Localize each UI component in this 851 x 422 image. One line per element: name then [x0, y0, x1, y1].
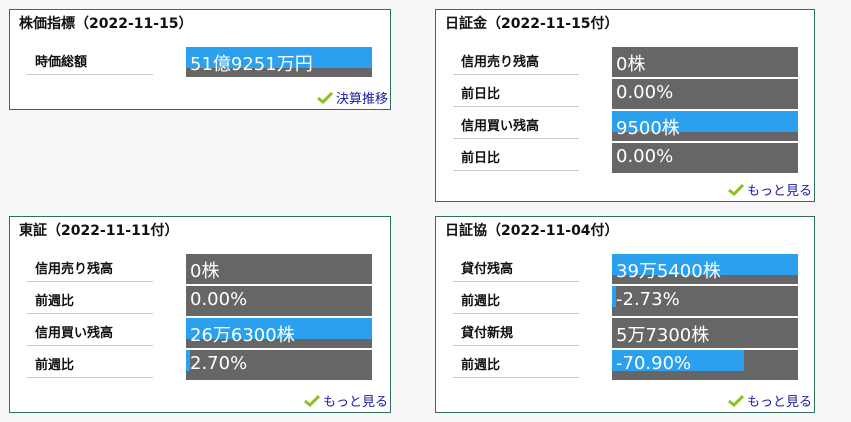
link-label: 決算推移: [335, 92, 388, 107]
link-label: もっと見る: [746, 184, 812, 199]
value-box: 9500株: [612, 111, 798, 141]
indicator-row: 時価総額 51億9251万円: [10, 44, 390, 77]
link-label: もっと見る: [322, 395, 388, 410]
indicator-row: 信用売り残高 0株: [436, 44, 814, 77]
indicator-row: 前日比 0.00%: [436, 140, 814, 173]
row-value: -2.73%: [616, 289, 680, 310]
indicator-row: 前週比 -2.73%: [436, 283, 814, 316]
indicator-row: 貸付残高 39万5400株: [436, 251, 814, 284]
row-label: 前日比: [453, 147, 579, 171]
panel-tse: 東証（2022-11-11付） 信用売り残高 0株 前週比 0.00% 信用買い…: [9, 216, 391, 413]
row-label: 信用売り残高: [27, 258, 153, 282]
panel-jsf: 日証金（2022-11-15付） 信用売り残高 0株 前日比 0.00% 信用買…: [435, 9, 815, 202]
row-label: 前週比: [27, 354, 153, 378]
row-value: 26万6300株: [190, 325, 295, 346]
indicator-row: 前日比 0.00%: [436, 76, 814, 109]
panel-title: 東証（2022-11-11付）: [19, 223, 179, 239]
value-box: 2.70%: [186, 350, 372, 380]
check-icon: [728, 394, 744, 407]
panel-title: 日証金（2022-11-15付）: [445, 16, 619, 32]
value-box: 0.00%: [612, 79, 798, 109]
check-icon: [304, 394, 320, 407]
row-label: 前週比: [453, 290, 579, 314]
indicator-row: 前週比 2.70%: [10, 347, 390, 380]
indicator-row: 信用売り残高 0株: [10, 251, 390, 284]
row-value: 0.00%: [616, 82, 674, 103]
earnings-history-link[interactable]: 決算推移: [317, 88, 388, 107]
indicator-row: 貸付新規 5万7300株: [436, 315, 814, 348]
row-value: 0株: [190, 261, 220, 282]
value-box: 51億9251万円: [186, 47, 372, 77]
value-box: 0株: [612, 47, 798, 77]
value-box: 0株: [186, 254, 372, 284]
row-label: 信用買い残高: [27, 322, 153, 346]
row-label: 前週比: [27, 290, 153, 314]
row-value: 51億9251万円: [190, 54, 313, 75]
row-label: 前日比: [453, 83, 579, 107]
panel-jsda: 日証協（2022-11-04付） 貸付残高 39万5400株 前週比 -2.73…: [435, 216, 815, 413]
indicator-row: 信用買い残高 26万6300株: [10, 315, 390, 348]
row-value: -70.90%: [616, 353, 692, 374]
row-label: 信用買い残高: [453, 115, 579, 139]
value-box: -2.73%: [612, 286, 798, 316]
value-box: 39万5400株: [612, 254, 798, 284]
see-more-link[interactable]: もっと見る: [304, 391, 388, 410]
check-icon: [728, 183, 744, 196]
value-box: 0.00%: [612, 143, 798, 173]
panel-title: 日証協（2022-11-04付）: [445, 223, 619, 239]
row-value: 0株: [616, 54, 646, 75]
row-value: 0.00%: [616, 146, 674, 167]
row-label: 貸付残高: [453, 258, 579, 282]
indicator-row: 前週比 -70.90%: [436, 347, 814, 380]
row-label: 貸付新規: [453, 322, 579, 346]
row-value: 0.00%: [190, 289, 248, 310]
indicator-row: 前週比 0.00%: [10, 283, 390, 316]
panel-stock-indicators: 株価指標（2022-11-15） 時価総額 51億9251万円 決算推移: [9, 9, 391, 110]
see-more-link[interactable]: もっと見る: [728, 180, 812, 199]
value-box: 26万6300株: [186, 318, 372, 348]
row-label: 時価総額: [27, 51, 153, 75]
row-value: 5万7300株: [616, 325, 710, 346]
row-label: 前週比: [453, 354, 579, 378]
value-box: 0.00%: [186, 286, 372, 316]
value-box: 5万7300株: [612, 318, 798, 348]
check-icon: [317, 91, 333, 104]
indicator-row: 信用買い残高 9500株: [436, 108, 814, 141]
panel-title: 株価指標（2022-11-15）: [19, 16, 193, 32]
row-value: 9500株: [616, 118, 680, 139]
link-label: もっと見る: [746, 395, 812, 410]
value-box: -70.90%: [612, 350, 798, 380]
row-value: 2.70%: [190, 353, 248, 374]
see-more-link[interactable]: もっと見る: [728, 391, 812, 410]
row-label: 信用売り残高: [453, 51, 579, 75]
row-value: 39万5400株: [616, 261, 721, 282]
